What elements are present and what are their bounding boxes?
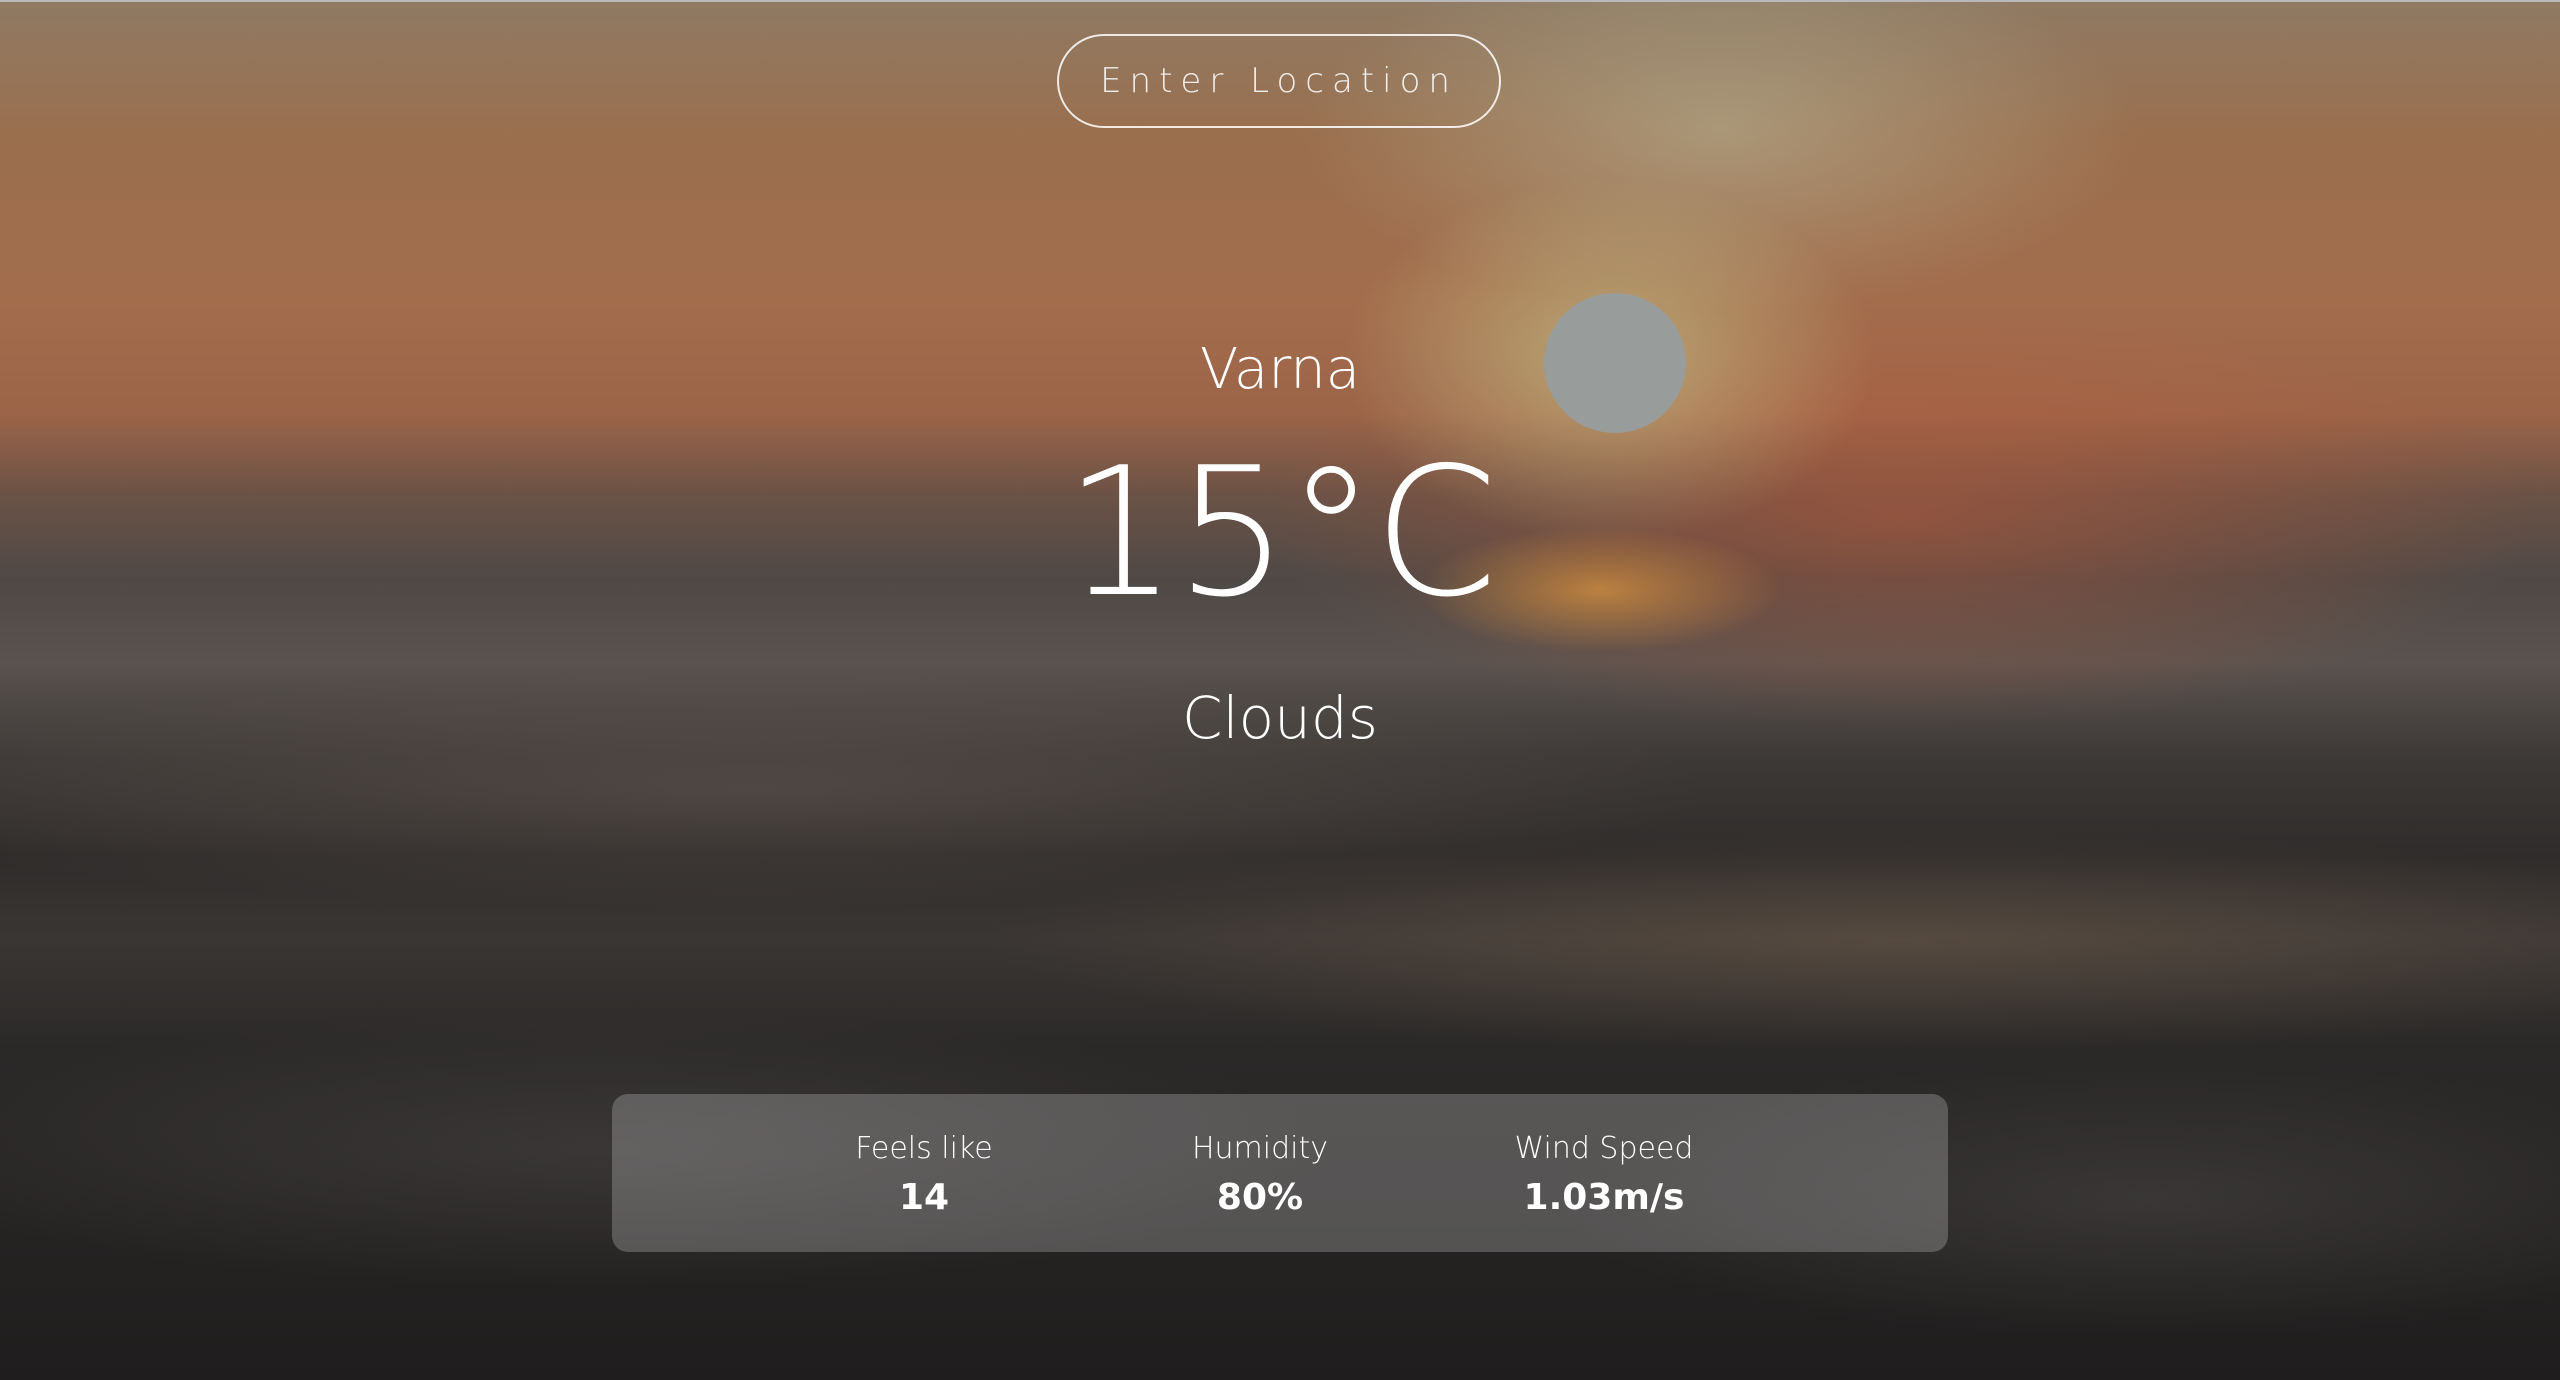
wind-speed-value: 1.03m/s — [1523, 1177, 1685, 1218]
feels-like-value: 14 — [898, 1177, 950, 1218]
humidity-value: 80% — [1216, 1177, 1304, 1218]
feels-like-stat: Feels like 14 — [774, 1130, 1074, 1220]
wind-speed-label: Wind Speed — [1514, 1131, 1694, 1166]
feels-like-label: Feels like — [855, 1131, 993, 1166]
temperature-reading: 15°C — [1064, 429, 1498, 636]
city-name: Varna — [1199, 337, 1361, 402]
wind-speed-stat: Wind Speed 1.03m/s — [1454, 1130, 1754, 1220]
humidity-label: Humidity — [1191, 1131, 1329, 1166]
weather-details-panel: Feels like 14 Humidity 80% Wind Speed 1.… — [612, 1094, 1948, 1252]
weather-condition: Clouds — [1182, 684, 1378, 752]
wave-highlight — [900, 820, 2560, 1060]
humidity-stat: Humidity 80% — [1110, 1130, 1410, 1220]
location-search-input[interactable] — [1057, 34, 1501, 128]
current-weather: Varna 15°C Clouds — [0, 330, 2560, 758]
top-border — [0, 0, 2560, 2]
